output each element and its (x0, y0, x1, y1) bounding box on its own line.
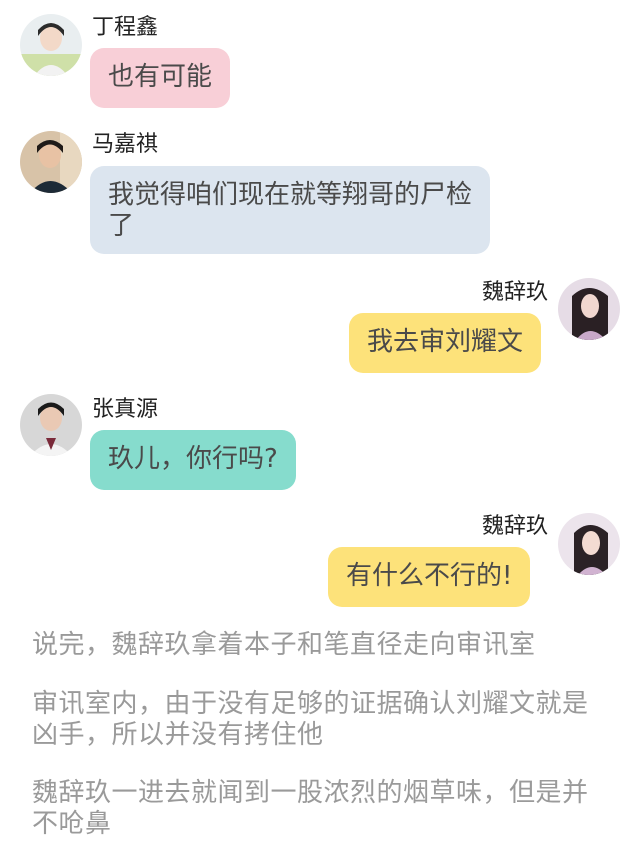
sender-name: 魏辞玖 (481, 280, 548, 305)
sender-name: 马嘉祺 (92, 132, 159, 157)
narration-paragraph: 魏辞玖一进去就闻到一股浓烈的烟草味，但是并不呛鼻 (32, 778, 589, 839)
sender-name: 丁程鑫 (92, 15, 159, 40)
avatar-ding[interactable] (20, 14, 82, 76)
avatar-wei[interactable] (558, 278, 620, 340)
message-bubble[interactable]: 我去审刘耀文 (349, 313, 542, 373)
avatar-wei[interactable] (558, 513, 620, 575)
message-bubble[interactable]: 也有可能 (90, 48, 231, 108)
avatar-zhang[interactable] (20, 394, 82, 456)
narration-paragraph: 审讯室内，由于没有足够的证据确认刘耀文就是凶手，所以并没有拷住他 (32, 689, 589, 750)
avatar-ma[interactable] (20, 131, 82, 193)
message-bubble[interactable]: 玖儿，你行吗? (90, 430, 296, 490)
sender-name: 张真源 (92, 397, 159, 422)
message-bubble[interactable]: 我觉得咱们现在就等翔哥的尸检了 (90, 166, 490, 254)
narration-paragraph: 说完，魏辞玖拿着本子和笔直径走向审讯室 (32, 630, 536, 660)
sender-name: 魏辞玖 (481, 514, 548, 539)
message-bubble[interactable]: 有什么不行的! (328, 547, 531, 607)
